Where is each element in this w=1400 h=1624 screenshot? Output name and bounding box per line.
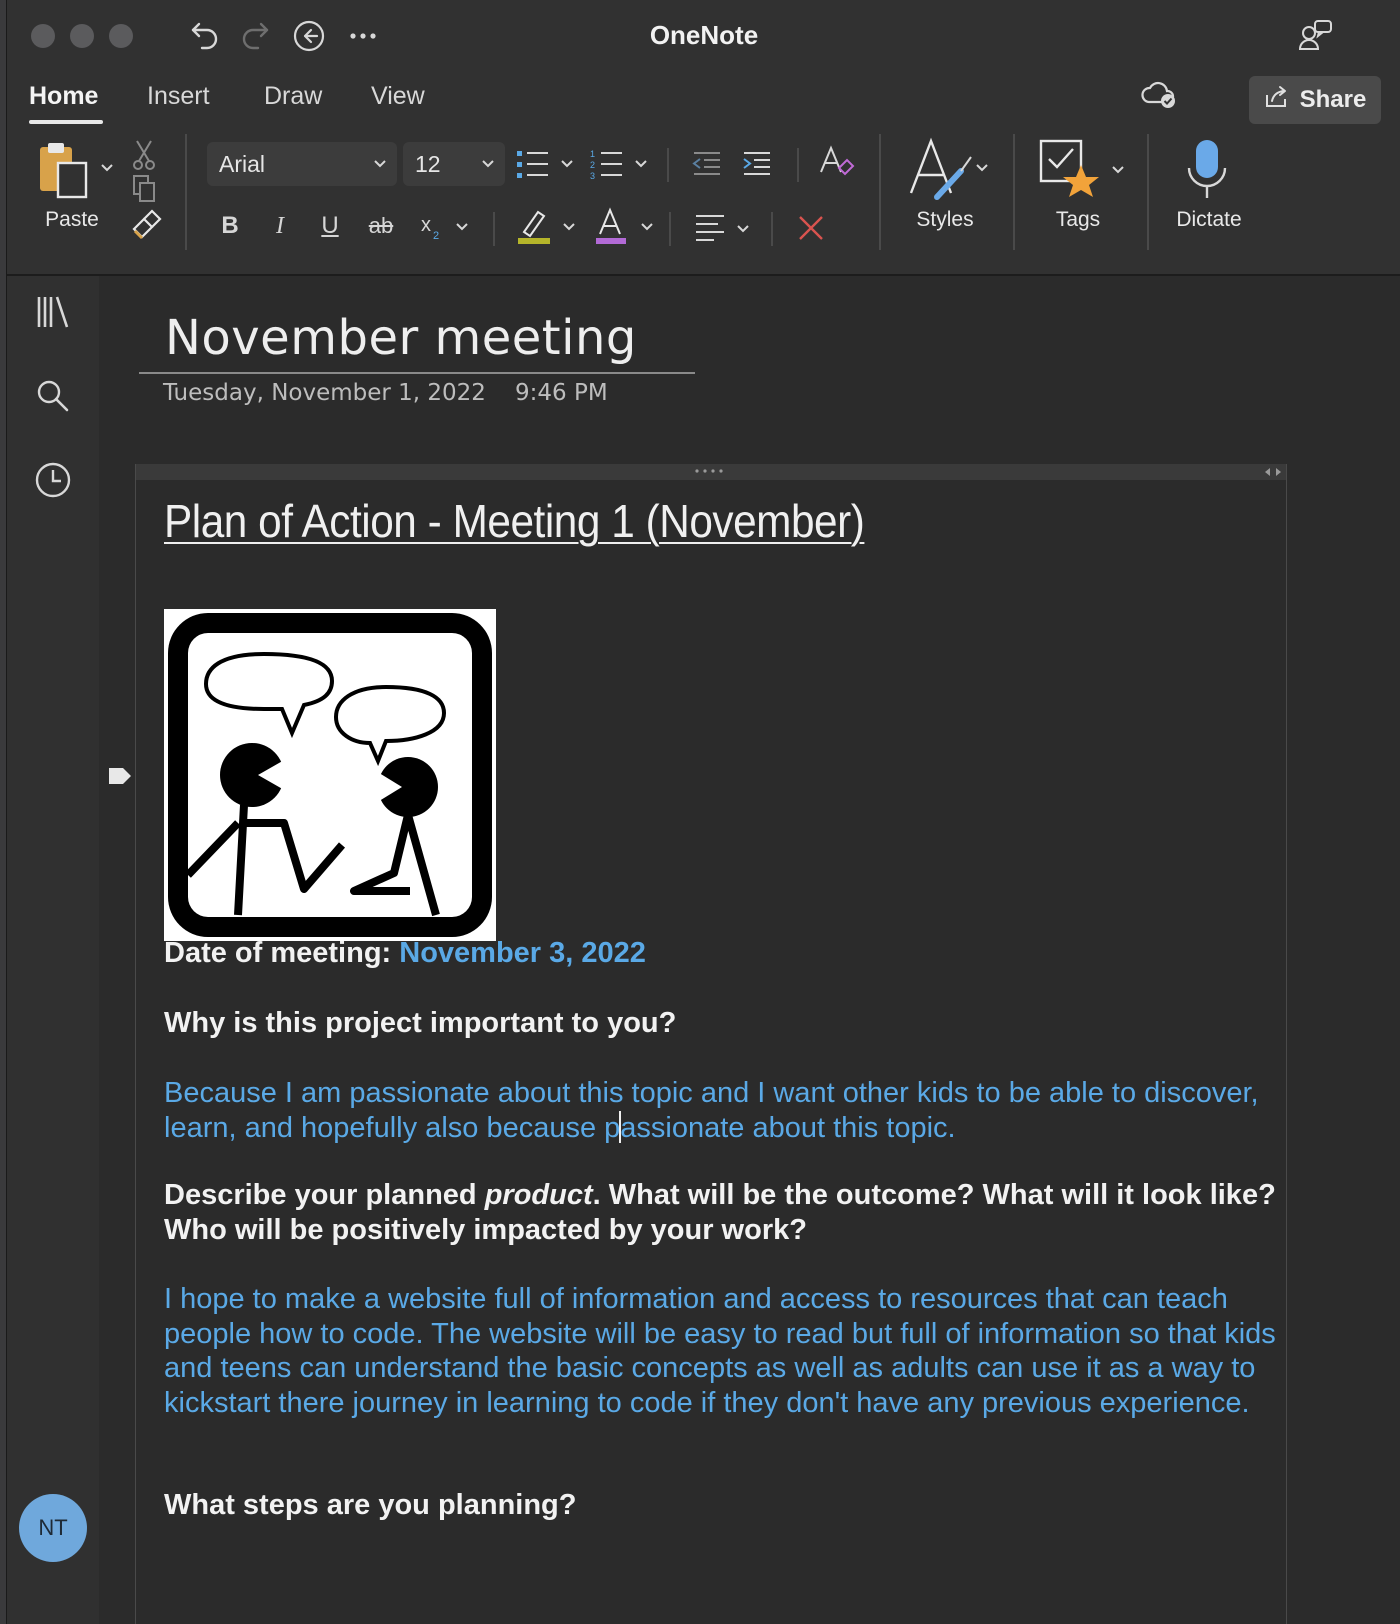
svg-text:x: x xyxy=(421,214,431,236)
note-page: November meeting Tuesday, November 1, 20… xyxy=(99,276,1400,1624)
ribbon-toolbar: Paste Arial 12 123 B I U ab x 2 Styles T… xyxy=(7,128,1400,276)
svg-text:2: 2 xyxy=(433,230,439,242)
navigation-rail: NT xyxy=(7,276,99,1624)
drag-handle-icon[interactable] xyxy=(694,468,724,474)
underline-icon[interactable]: U xyxy=(313,206,347,246)
note-container[interactable]: Plan of Action - Meeting 1 (November) Da… xyxy=(135,464,1287,1624)
font-color-icon[interactable] xyxy=(591,204,657,248)
svg-text:3: 3 xyxy=(590,171,595,181)
ribbon-separator xyxy=(669,212,671,246)
font-size-dropdown[interactable]: 12 xyxy=(403,142,505,186)
share-label: Share xyxy=(1299,86,1367,113)
font-name-value: Arial xyxy=(219,150,266,177)
increase-indent-icon[interactable] xyxy=(737,146,777,182)
svg-text:1: 1 xyxy=(590,149,595,159)
answer-product[interactable]: I hope to make a website full of informa… xyxy=(164,1282,1280,1420)
notebooks-icon[interactable] xyxy=(29,288,77,336)
meeting-date-line[interactable]: Date of meeting: November 3, 2022 xyxy=(164,936,1280,971)
share-button[interactable]: Share xyxy=(1249,76,1381,124)
ribbon-separator xyxy=(771,212,773,246)
numbered-list-icon[interactable]: 123 xyxy=(587,144,651,184)
copy-icon[interactable] xyxy=(129,172,159,206)
font-name-dropdown[interactable]: Arial xyxy=(207,142,397,186)
highlight-color-icon[interactable] xyxy=(513,204,579,248)
collaboration-icon[interactable] xyxy=(1295,18,1335,54)
active-tab-indicator xyxy=(29,120,103,124)
conversation-clipart-image[interactable] xyxy=(164,609,496,941)
tags-icon[interactable] xyxy=(1037,136,1129,202)
microphone-icon[interactable] xyxy=(1177,134,1237,204)
page-title[interactable]: November meeting xyxy=(165,310,637,366)
answer-importance-text-end: assionate about this topic. xyxy=(620,1112,956,1144)
avatar[interactable]: NT xyxy=(19,1494,87,1562)
title-bar: OneNote xyxy=(7,0,1400,70)
recent-notes-clock-icon[interactable] xyxy=(29,456,77,504)
clear-formatting-icon[interactable] xyxy=(815,142,857,182)
question-product[interactable]: Describe your planned product. What will… xyxy=(164,1178,1280,1248)
styles-icon[interactable] xyxy=(903,134,993,204)
bullet-list-icon[interactable] xyxy=(513,144,577,184)
resize-arrows-icon[interactable] xyxy=(1262,466,1284,478)
ribbon-separator xyxy=(493,212,495,246)
paste-icon[interactable] xyxy=(35,140,91,202)
chevron-down-icon xyxy=(481,152,495,182)
decrease-indent-icon[interactable] xyxy=(687,146,727,182)
page-date: Tuesday, November 1, 2022 xyxy=(163,380,486,406)
tab-home[interactable]: Home xyxy=(29,82,98,111)
note-container-handle[interactable] xyxy=(136,464,1286,480)
onenote-window: OneNote Home Insert Draw View Share Past… xyxy=(6,0,1400,1624)
tab-view[interactable]: View xyxy=(371,82,425,111)
paste-label: Paste xyxy=(45,208,99,231)
dictate-label: Dictate xyxy=(1176,208,1242,231)
svg-text:2: 2 xyxy=(590,160,595,170)
ribbon-separator xyxy=(797,148,799,182)
answer-importance[interactable]: Because I am passionate about this topic… xyxy=(164,1076,1280,1146)
delete-icon[interactable] xyxy=(793,208,829,248)
question-steps[interactable]: What steps are you planning? xyxy=(164,1488,1280,1523)
ribbon-tabs: Home Insert Draw View Share xyxy=(7,70,1400,128)
styles-label: Styles xyxy=(916,208,974,231)
ribbon-separator xyxy=(667,148,669,182)
search-icon[interactable] xyxy=(29,372,77,420)
app-title: OneNote xyxy=(649,20,759,50)
tags-label: Tags xyxy=(1055,208,1101,231)
strikethrough-icon[interactable]: ab xyxy=(361,206,401,246)
chevron-down-icon xyxy=(373,152,387,182)
meeting-date-value: November 3, 2022 xyxy=(399,937,646,969)
paragraph-tag-marker-icon[interactable] xyxy=(107,766,133,791)
paste-options-chevron-icon[interactable] xyxy=(97,158,117,178)
font-size-value: 12 xyxy=(415,150,441,177)
title-underline xyxy=(139,372,695,374)
format-painter-icon[interactable] xyxy=(129,208,163,242)
question-importance[interactable]: Why is this project important to you? xyxy=(164,1006,1280,1041)
italic-icon[interactable]: I xyxy=(263,206,297,246)
page-time: 9:46 PM xyxy=(515,380,608,406)
note-heading[interactable]: Plan of Action - Meeting 1 (November) xyxy=(164,494,865,548)
share-icon xyxy=(1264,85,1290,116)
ribbon-separator xyxy=(1147,134,1149,250)
subscript-icon[interactable]: x2 xyxy=(415,206,475,246)
meeting-date-label: Date of meeting: xyxy=(164,937,400,969)
bold-icon[interactable]: B xyxy=(213,206,247,246)
paragraph-alignment-icon[interactable] xyxy=(691,208,757,248)
sync-status-icon[interactable] xyxy=(1139,76,1179,112)
tab-draw[interactable]: Draw xyxy=(264,82,322,111)
ribbon-separator xyxy=(879,134,881,250)
tab-insert[interactable]: Insert xyxy=(147,82,210,111)
question-product-italic: product xyxy=(484,1179,593,1211)
ribbon-separator xyxy=(1013,134,1015,250)
question-product-part1: Describe your planned xyxy=(164,1179,485,1211)
ribbon-separator xyxy=(185,134,187,250)
cut-icon[interactable] xyxy=(129,138,159,172)
